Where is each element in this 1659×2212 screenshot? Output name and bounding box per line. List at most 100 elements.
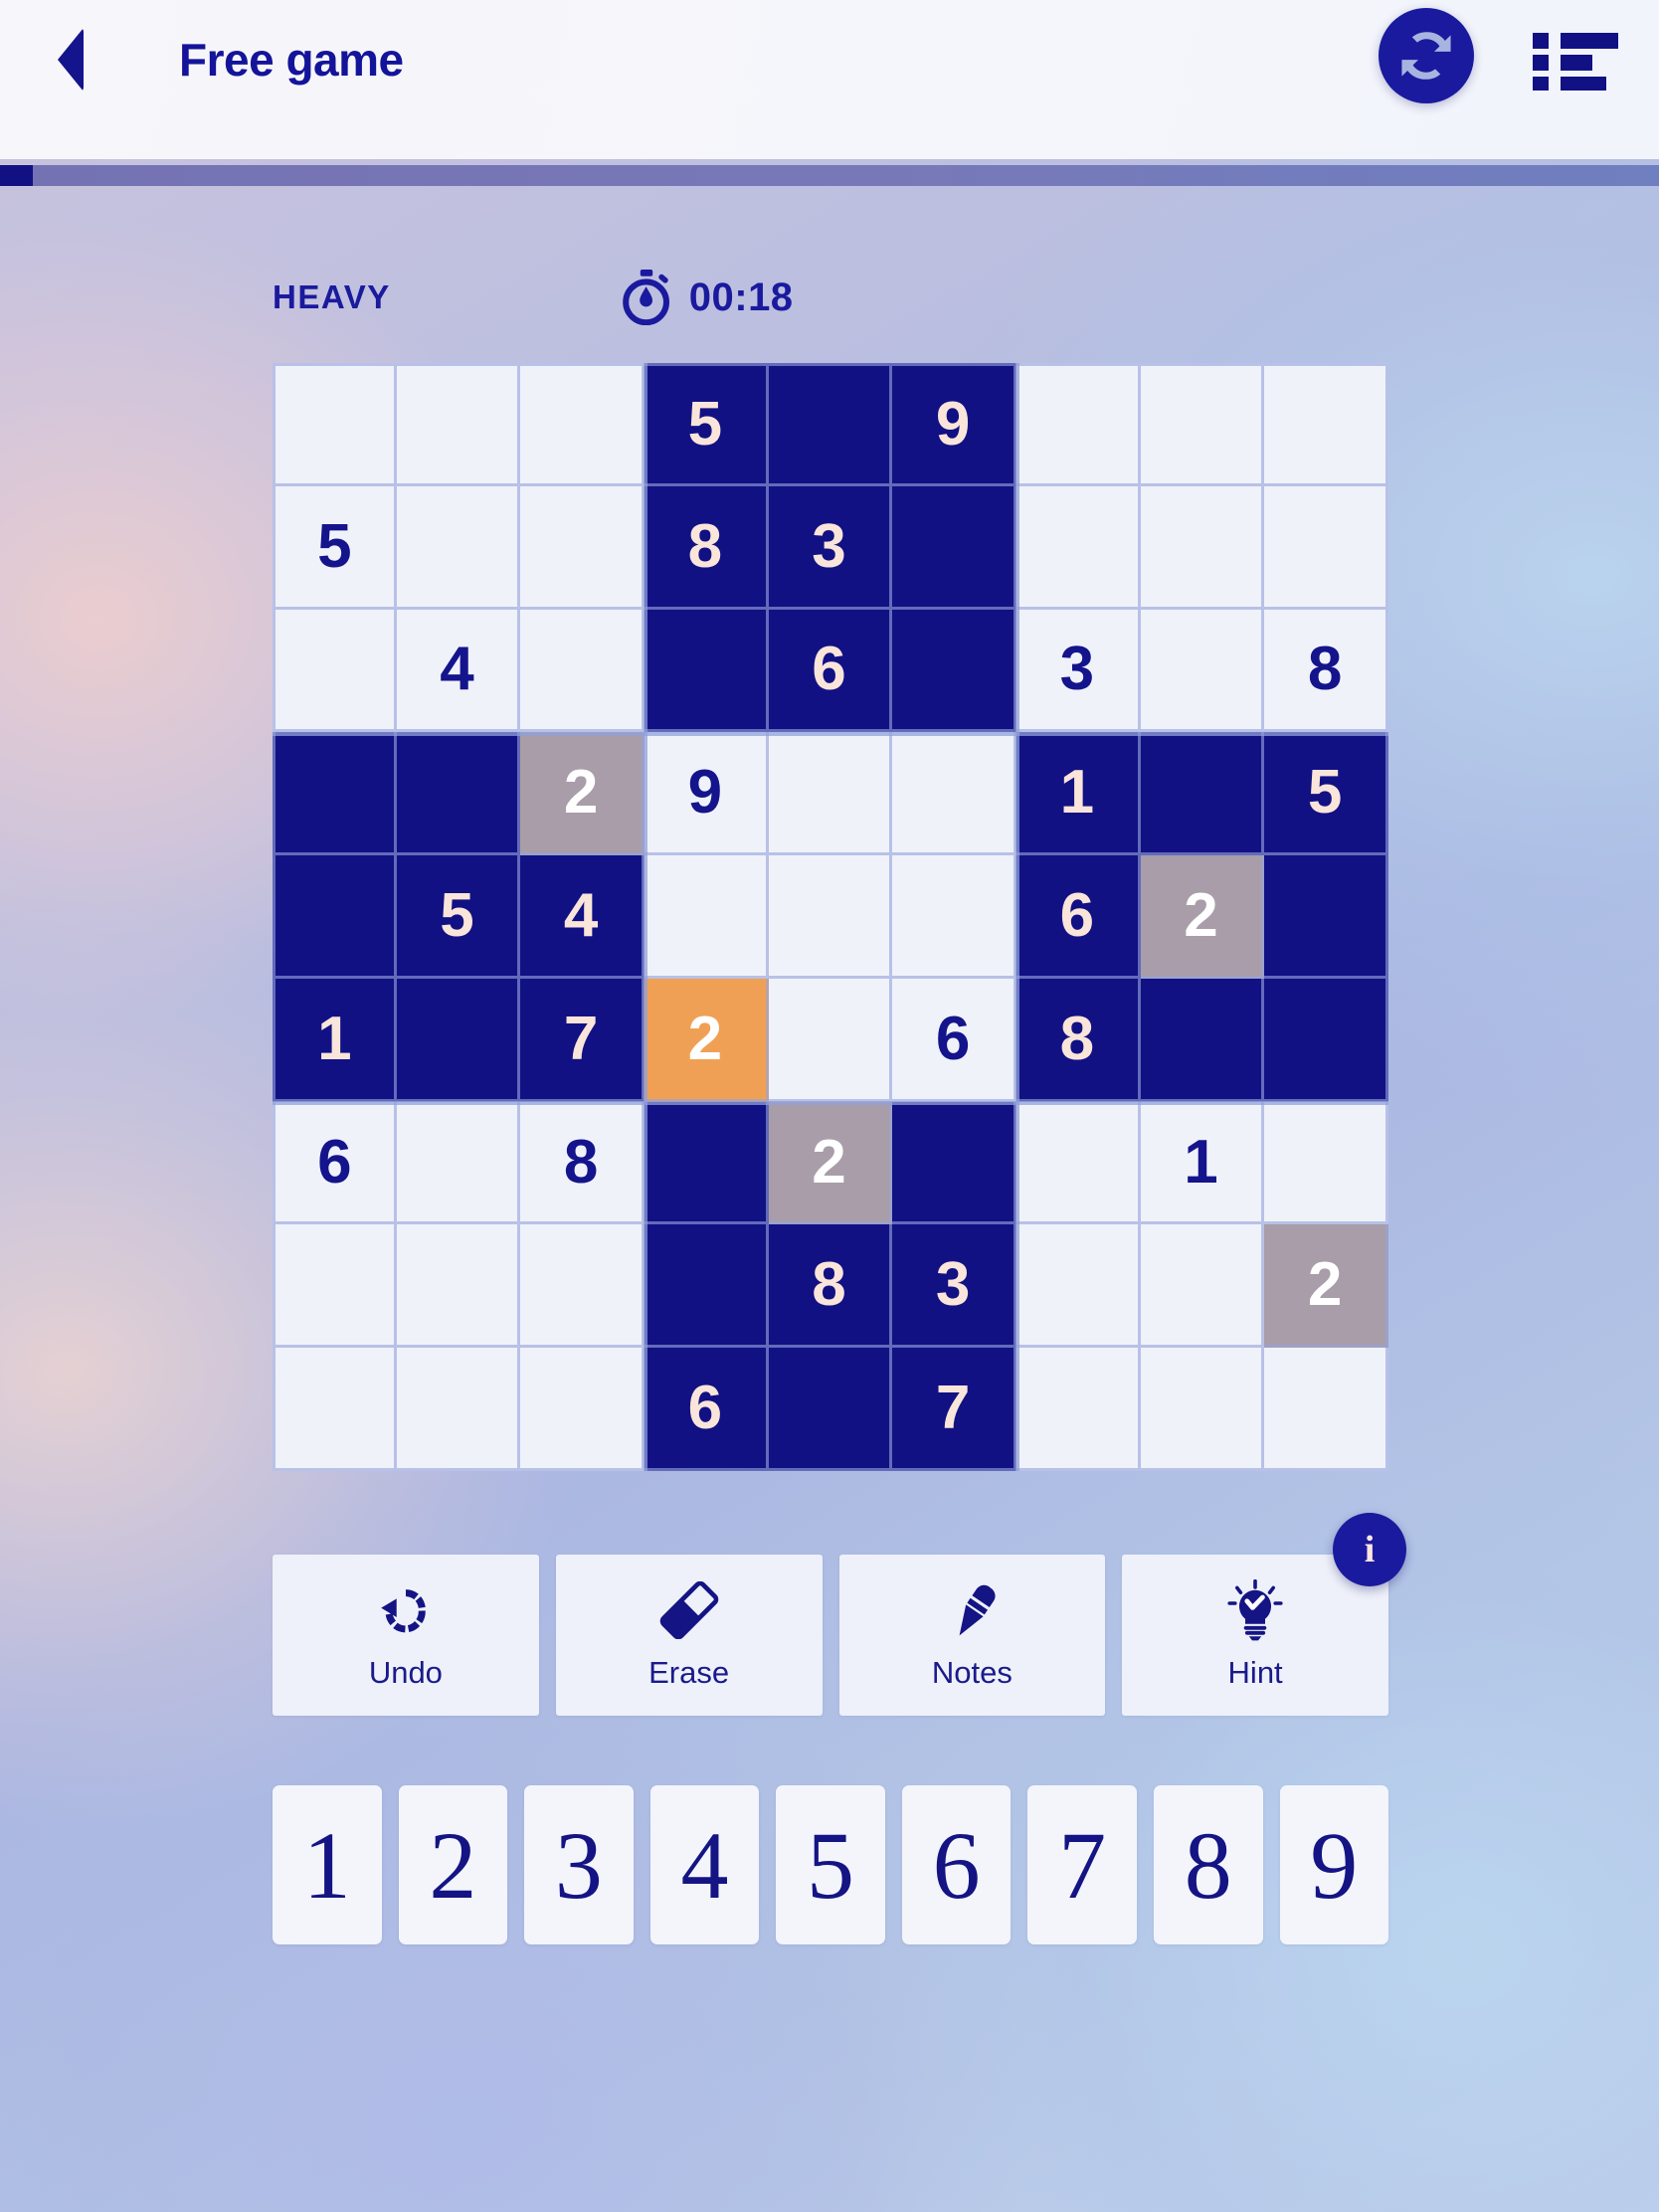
sudoku-cell-r4c8[interactable] bbox=[1140, 732, 1265, 856]
sudoku-cell-r4c6[interactable] bbox=[892, 732, 1016, 856]
sudoku-cell-r5c3[interactable]: 4 bbox=[520, 855, 645, 979]
sudoku-cell-r2c8[interactable] bbox=[1140, 485, 1265, 610]
sudoku-cell-r9c6[interactable]: 7 bbox=[892, 1348, 1016, 1471]
sudoku-cell-r1c4[interactable]: 5 bbox=[644, 363, 769, 486]
sudoku-cell-r6c7[interactable]: 8 bbox=[1015, 978, 1141, 1102]
sudoku-cell-r5c9[interactable] bbox=[1264, 855, 1388, 979]
sudoku-cell-r9c2[interactable] bbox=[396, 1348, 521, 1471]
sudoku-cell-r9c5[interactable] bbox=[768, 1348, 893, 1471]
sudoku-cell-r2c6[interactable] bbox=[892, 485, 1016, 610]
sudoku-cell-r7c2[interactable] bbox=[396, 1101, 521, 1225]
sudoku-cell-r6c4[interactable]: 2 bbox=[644, 978, 769, 1102]
sudoku-cell-r4c2[interactable] bbox=[396, 732, 521, 856]
sudoku-cell-r4c9[interactable]: 5 bbox=[1264, 732, 1388, 856]
number-key-6[interactable]: 6 bbox=[901, 1785, 1012, 1944]
sudoku-cell-r7c5[interactable]: 2 bbox=[768, 1101, 893, 1225]
sudoku-cell-r6c8[interactable] bbox=[1140, 978, 1265, 1102]
sudoku-cell-r4c7[interactable]: 1 bbox=[1015, 732, 1141, 856]
sudoku-cell-r8c7[interactable] bbox=[1015, 1224, 1141, 1349]
refresh-button[interactable] bbox=[1379, 8, 1482, 111]
number-key-1[interactable]: 1 bbox=[273, 1785, 382, 1944]
sudoku-cell-r9c9[interactable] bbox=[1264, 1348, 1388, 1471]
sudoku-cell-r2c1[interactable]: 5 bbox=[273, 485, 397, 610]
number-key-2[interactable]: 2 bbox=[398, 1785, 508, 1944]
sudoku-cell-r9c3[interactable] bbox=[520, 1348, 645, 1471]
sudoku-cell-r7c6[interactable] bbox=[892, 1101, 1016, 1225]
sudoku-cell-r5c2[interactable]: 5 bbox=[396, 855, 521, 979]
sudoku-cell-r2c2[interactable] bbox=[396, 485, 521, 610]
sudoku-cell-r2c5[interactable]: 3 bbox=[768, 485, 893, 610]
number-key-4[interactable]: 4 bbox=[649, 1785, 760, 1944]
sudoku-cell-r5c6[interactable] bbox=[892, 855, 1016, 979]
sudoku-cell-r6c5[interactable] bbox=[768, 978, 893, 1102]
sudoku-cell-r7c3[interactable]: 8 bbox=[520, 1101, 645, 1225]
sudoku-cell-r4c5[interactable] bbox=[768, 732, 893, 856]
sudoku-cell-r1c9[interactable] bbox=[1264, 363, 1388, 486]
sudoku-cell-r8c8[interactable] bbox=[1140, 1224, 1265, 1349]
sudoku-cell-r3c7[interactable]: 3 bbox=[1015, 609, 1141, 733]
sudoku-cell-r1c5[interactable] bbox=[768, 363, 893, 486]
sudoku-cell-r1c8[interactable] bbox=[1140, 363, 1265, 486]
sudoku-cell-r8c9[interactable]: 2 bbox=[1264, 1224, 1388, 1349]
number-key-3[interactable]: 3 bbox=[524, 1785, 634, 1944]
sudoku-cell-r3c9[interactable]: 8 bbox=[1264, 609, 1388, 733]
sudoku-cell-r9c4[interactable]: 6 bbox=[644, 1348, 769, 1471]
erase-button[interactable]: Erase bbox=[555, 1555, 823, 1716]
sudoku-cell-r9c1[interactable] bbox=[273, 1348, 397, 1471]
sudoku-cell-r4c4[interactable]: 9 bbox=[644, 732, 769, 856]
sudoku-cell-r1c6[interactable]: 9 bbox=[892, 363, 1016, 486]
sudoku-cell-r5c5[interactable] bbox=[768, 855, 893, 979]
sudoku-cell-r5c4[interactable] bbox=[644, 855, 769, 979]
sudoku-cell-r2c4[interactable]: 8 bbox=[644, 485, 769, 610]
sudoku-cell-r3c8[interactable] bbox=[1140, 609, 1265, 733]
sudoku-cell-r5c8[interactable]: 2 bbox=[1140, 855, 1265, 979]
sudoku-board[interactable]: 5958346382915546217268682183267 bbox=[273, 363, 1388, 1471]
sudoku-cell-r2c3[interactable] bbox=[520, 485, 645, 610]
sudoku-cell-r8c2[interactable] bbox=[396, 1224, 521, 1349]
number-key-5[interactable]: 5 bbox=[776, 1785, 885, 1944]
sudoku-cell-r2c7[interactable] bbox=[1015, 485, 1141, 610]
sudoku-cell-r3c5[interactable]: 6 bbox=[768, 609, 893, 733]
sudoku-cell-r8c1[interactable] bbox=[273, 1224, 397, 1349]
sudoku-cell-r3c2[interactable]: 4 bbox=[396, 609, 521, 733]
info-badge[interactable]: i bbox=[1333, 1513, 1406, 1586]
sudoku-cell-r6c2[interactable] bbox=[396, 978, 521, 1102]
timer-value: 00:18 bbox=[688, 275, 794, 319]
number-key-8[interactable]: 8 bbox=[1153, 1785, 1263, 1944]
undo-button[interactable]: Undo bbox=[273, 1555, 539, 1716]
sudoku-cell-r8c3[interactable] bbox=[520, 1224, 645, 1349]
sudoku-cell-r2c9[interactable] bbox=[1264, 485, 1388, 610]
sudoku-cell-r7c7[interactable] bbox=[1015, 1101, 1141, 1225]
sudoku-cell-r7c9[interactable] bbox=[1264, 1101, 1388, 1225]
action-button-row: Undo Erase Notes Hint i bbox=[273, 1513, 1406, 1716]
sudoku-cell-r1c7[interactable] bbox=[1015, 363, 1141, 486]
sudoku-cell-r8c4[interactable] bbox=[644, 1224, 769, 1349]
sudoku-cell-r8c5[interactable]: 8 bbox=[768, 1224, 893, 1349]
number-key-9[interactable]: 9 bbox=[1279, 1785, 1389, 1944]
sudoku-cell-r7c8[interactable]: 1 bbox=[1140, 1101, 1265, 1225]
sudoku-cell-r3c4[interactable] bbox=[644, 609, 769, 733]
number-key-7[interactable]: 7 bbox=[1027, 1785, 1137, 1944]
sudoku-cell-r8c6[interactable]: 3 bbox=[892, 1224, 1016, 1349]
sudoku-cell-r3c1[interactable] bbox=[273, 609, 397, 733]
sudoku-cell-r7c1[interactable]: 6 bbox=[273, 1101, 397, 1225]
sudoku-cell-r3c3[interactable] bbox=[520, 609, 645, 733]
back-button[interactable] bbox=[28, 17, 113, 102]
sudoku-cell-r7c4[interactable] bbox=[644, 1101, 769, 1225]
sudoku-cell-r1c1[interactable] bbox=[273, 363, 397, 486]
sudoku-cell-r1c3[interactable] bbox=[520, 363, 645, 486]
sudoku-cell-r4c3[interactable]: 2 bbox=[520, 732, 645, 856]
sudoku-cell-r6c9[interactable] bbox=[1264, 978, 1388, 1102]
sudoku-cell-r1c2[interactable] bbox=[396, 363, 521, 486]
notes-button[interactable]: Notes bbox=[838, 1555, 1106, 1716]
sudoku-cell-r6c6[interactable]: 6 bbox=[892, 978, 1016, 1102]
sudoku-cell-r5c1[interactable] bbox=[273, 855, 397, 979]
menu-button[interactable] bbox=[1528, 24, 1623, 95]
sudoku-cell-r4c1[interactable] bbox=[273, 732, 397, 856]
sudoku-cell-r5c7[interactable]: 6 bbox=[1015, 855, 1141, 979]
sudoku-cell-r6c1[interactable]: 1 bbox=[273, 978, 397, 1102]
sudoku-cell-r6c3[interactable]: 7 bbox=[520, 978, 645, 1102]
sudoku-cell-r3c6[interactable] bbox=[892, 609, 1016, 733]
sudoku-cell-r9c7[interactable] bbox=[1015, 1348, 1141, 1471]
sudoku-cell-r9c8[interactable] bbox=[1140, 1348, 1265, 1471]
